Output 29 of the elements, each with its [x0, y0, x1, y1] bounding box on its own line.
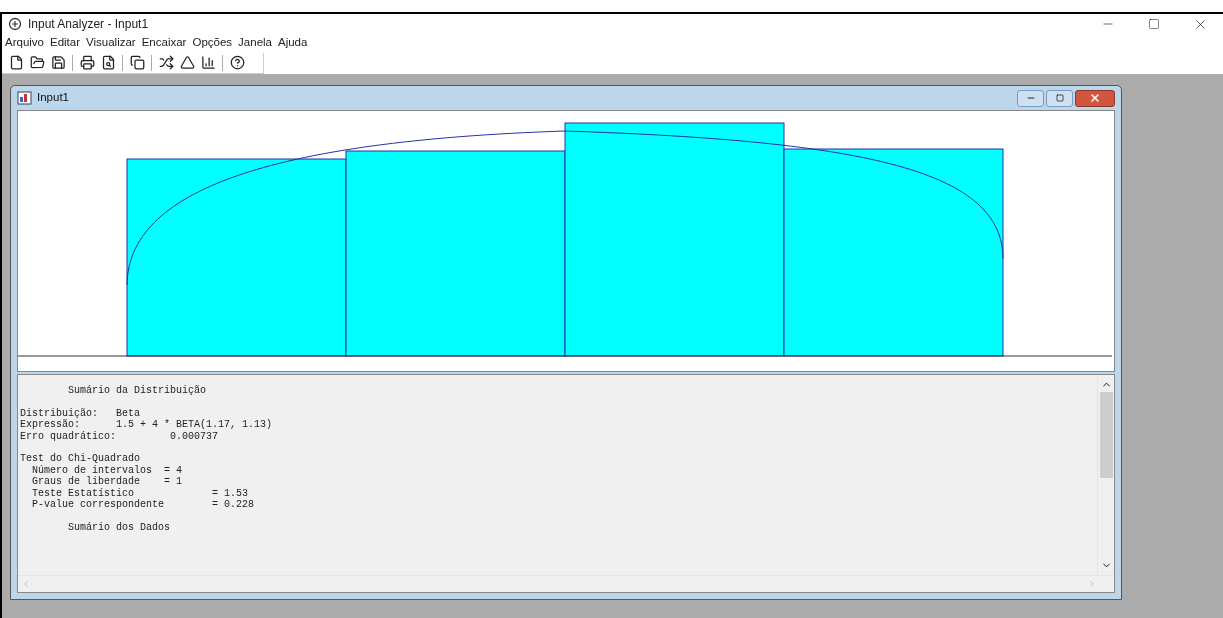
report-line: P-value correspondente = 0.228	[31, 499, 256, 511]
report-line: Erro quadrático: 0.000737	[20, 430, 220, 442]
menu-item[interactable]: Ajuda	[276, 34, 310, 52]
report-line: Distribuição: Beta	[20, 407, 142, 419]
scroll-right-icon	[1087, 579, 1097, 589]
scrollbar-thumb[interactable]	[1099, 392, 1113, 478]
menu-item[interactable]: Arquivo	[3, 34, 46, 52]
menu-item[interactable]: Janela	[236, 34, 274, 52]
report-line: Graus de liberdade = 1	[31, 476, 184, 488]
restore-icon	[1055, 94, 1064, 102]
window-title: Input Analyzer - Input1	[28, 16, 149, 33]
app-icon	[8, 17, 22, 31]
report-line: Teste Estatístico = 1.53	[31, 487, 250, 499]
vertical-scrollbar[interactable]	[1097, 375, 1114, 575]
minimize-button[interactable]	[1017, 89, 1044, 107]
maximize-icon	[1148, 18, 1160, 30]
child-window-title: Input1	[37, 90, 69, 106]
menu-item[interactable]: Visualizar	[84, 34, 138, 52]
report-line: Sumário da Distribuição	[67, 385, 208, 397]
menu-item[interactable]: Opções	[190, 34, 235, 52]
report-line: Número de intervalos = 4	[31, 464, 184, 476]
close-button[interactable]	[1075, 89, 1115, 107]
report-line: Sumário dos Dados	[67, 521, 172, 533]
menu-item[interactable]: Editar	[48, 34, 83, 52]
report-line: Test do Chi-Quadrado	[20, 453, 142, 465]
menu-item[interactable]: Encaixar	[139, 34, 189, 52]
scroll-left-icon	[21, 579, 31, 589]
report-line: Expressão: 1.5 + 4 * BETA(1.17, 1.13)	[20, 419, 274, 431]
close-icon	[1089, 92, 1101, 104]
